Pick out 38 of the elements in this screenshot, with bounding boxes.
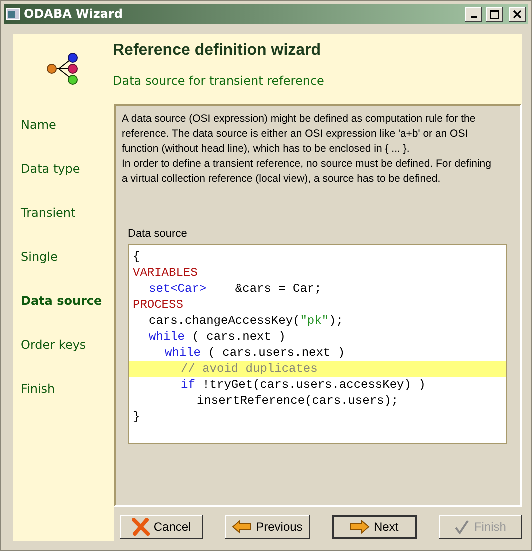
- code-line: while ( cars.users.next ): [164, 345, 346, 361]
- wizard-button[interactable]: Previous: [225, 515, 310, 539]
- wizard-button[interactable]: Next: [332, 515, 417, 539]
- check-icon: [454, 519, 470, 535]
- code-line: VARIABLES: [132, 265, 199, 281]
- wizard-step[interactable]: Data source: [13, 294, 114, 311]
- code-line: cars.changeAccessKey("pk");: [148, 313, 344, 329]
- wizard-title: Reference definition wizard: [113, 42, 322, 60]
- close-icon: [513, 10, 522, 18]
- code-line: while ( cars.next ): [148, 329, 287, 345]
- minimize-button[interactable]: [465, 6, 482, 22]
- code-line: set<Car> &cars = Car;: [148, 281, 323, 297]
- code-line: }: [132, 409, 142, 425]
- wizard-step[interactable]: Name: [13, 118, 114, 135]
- wizard-step[interactable]: Transient: [13, 206, 114, 223]
- cross-icon: [132, 518, 150, 536]
- page-subtitle: Data source for transient reference: [113, 74, 324, 88]
- right-arrow-icon: [350, 520, 370, 534]
- wizard-step[interactable]: Data type: [13, 162, 114, 179]
- code-line: {: [132, 249, 142, 265]
- left-arrow-icon: [232, 520, 252, 534]
- window-icon: [6, 8, 20, 20]
- wizard-step[interactable]: Single: [13, 250, 114, 267]
- wizard-step[interactable]: Order keys: [13, 338, 114, 355]
- wizard-button[interactable]: Cancel: [120, 515, 204, 539]
- wizard-step[interactable]: Finish: [13, 382, 114, 399]
- window-title: ODABA Wizard: [24, 7, 124, 21]
- code-line: if !tryGet(cars.users.accessKey) ): [180, 377, 427, 393]
- code-line: PROCESS: [132, 297, 184, 313]
- code-editor[interactable]: [128, 244, 507, 444]
- description-text: A data source (OSI expression) might be defined as computation rule for the reference. The data source is either an OSI expression like 'a+b' or an OSI function (without head line), which has to be enclosed in { ... }.: [122, 112, 477, 157]
- maximize-icon: [490, 10, 499, 18]
- code-line: insertReference(cars.users);: [196, 393, 400, 409]
- close-button[interactable]: [509, 6, 526, 22]
- tree-nodes-icon: [47, 52, 79, 86]
- maximize-button[interactable]: [486, 6, 503, 22]
- description-text: In order to define a transient reference, no source must be defined. For defining a virtual collection reference (local view), a source has to be defined.: [122, 157, 492, 187]
- field-label: Data source: [128, 228, 188, 240]
